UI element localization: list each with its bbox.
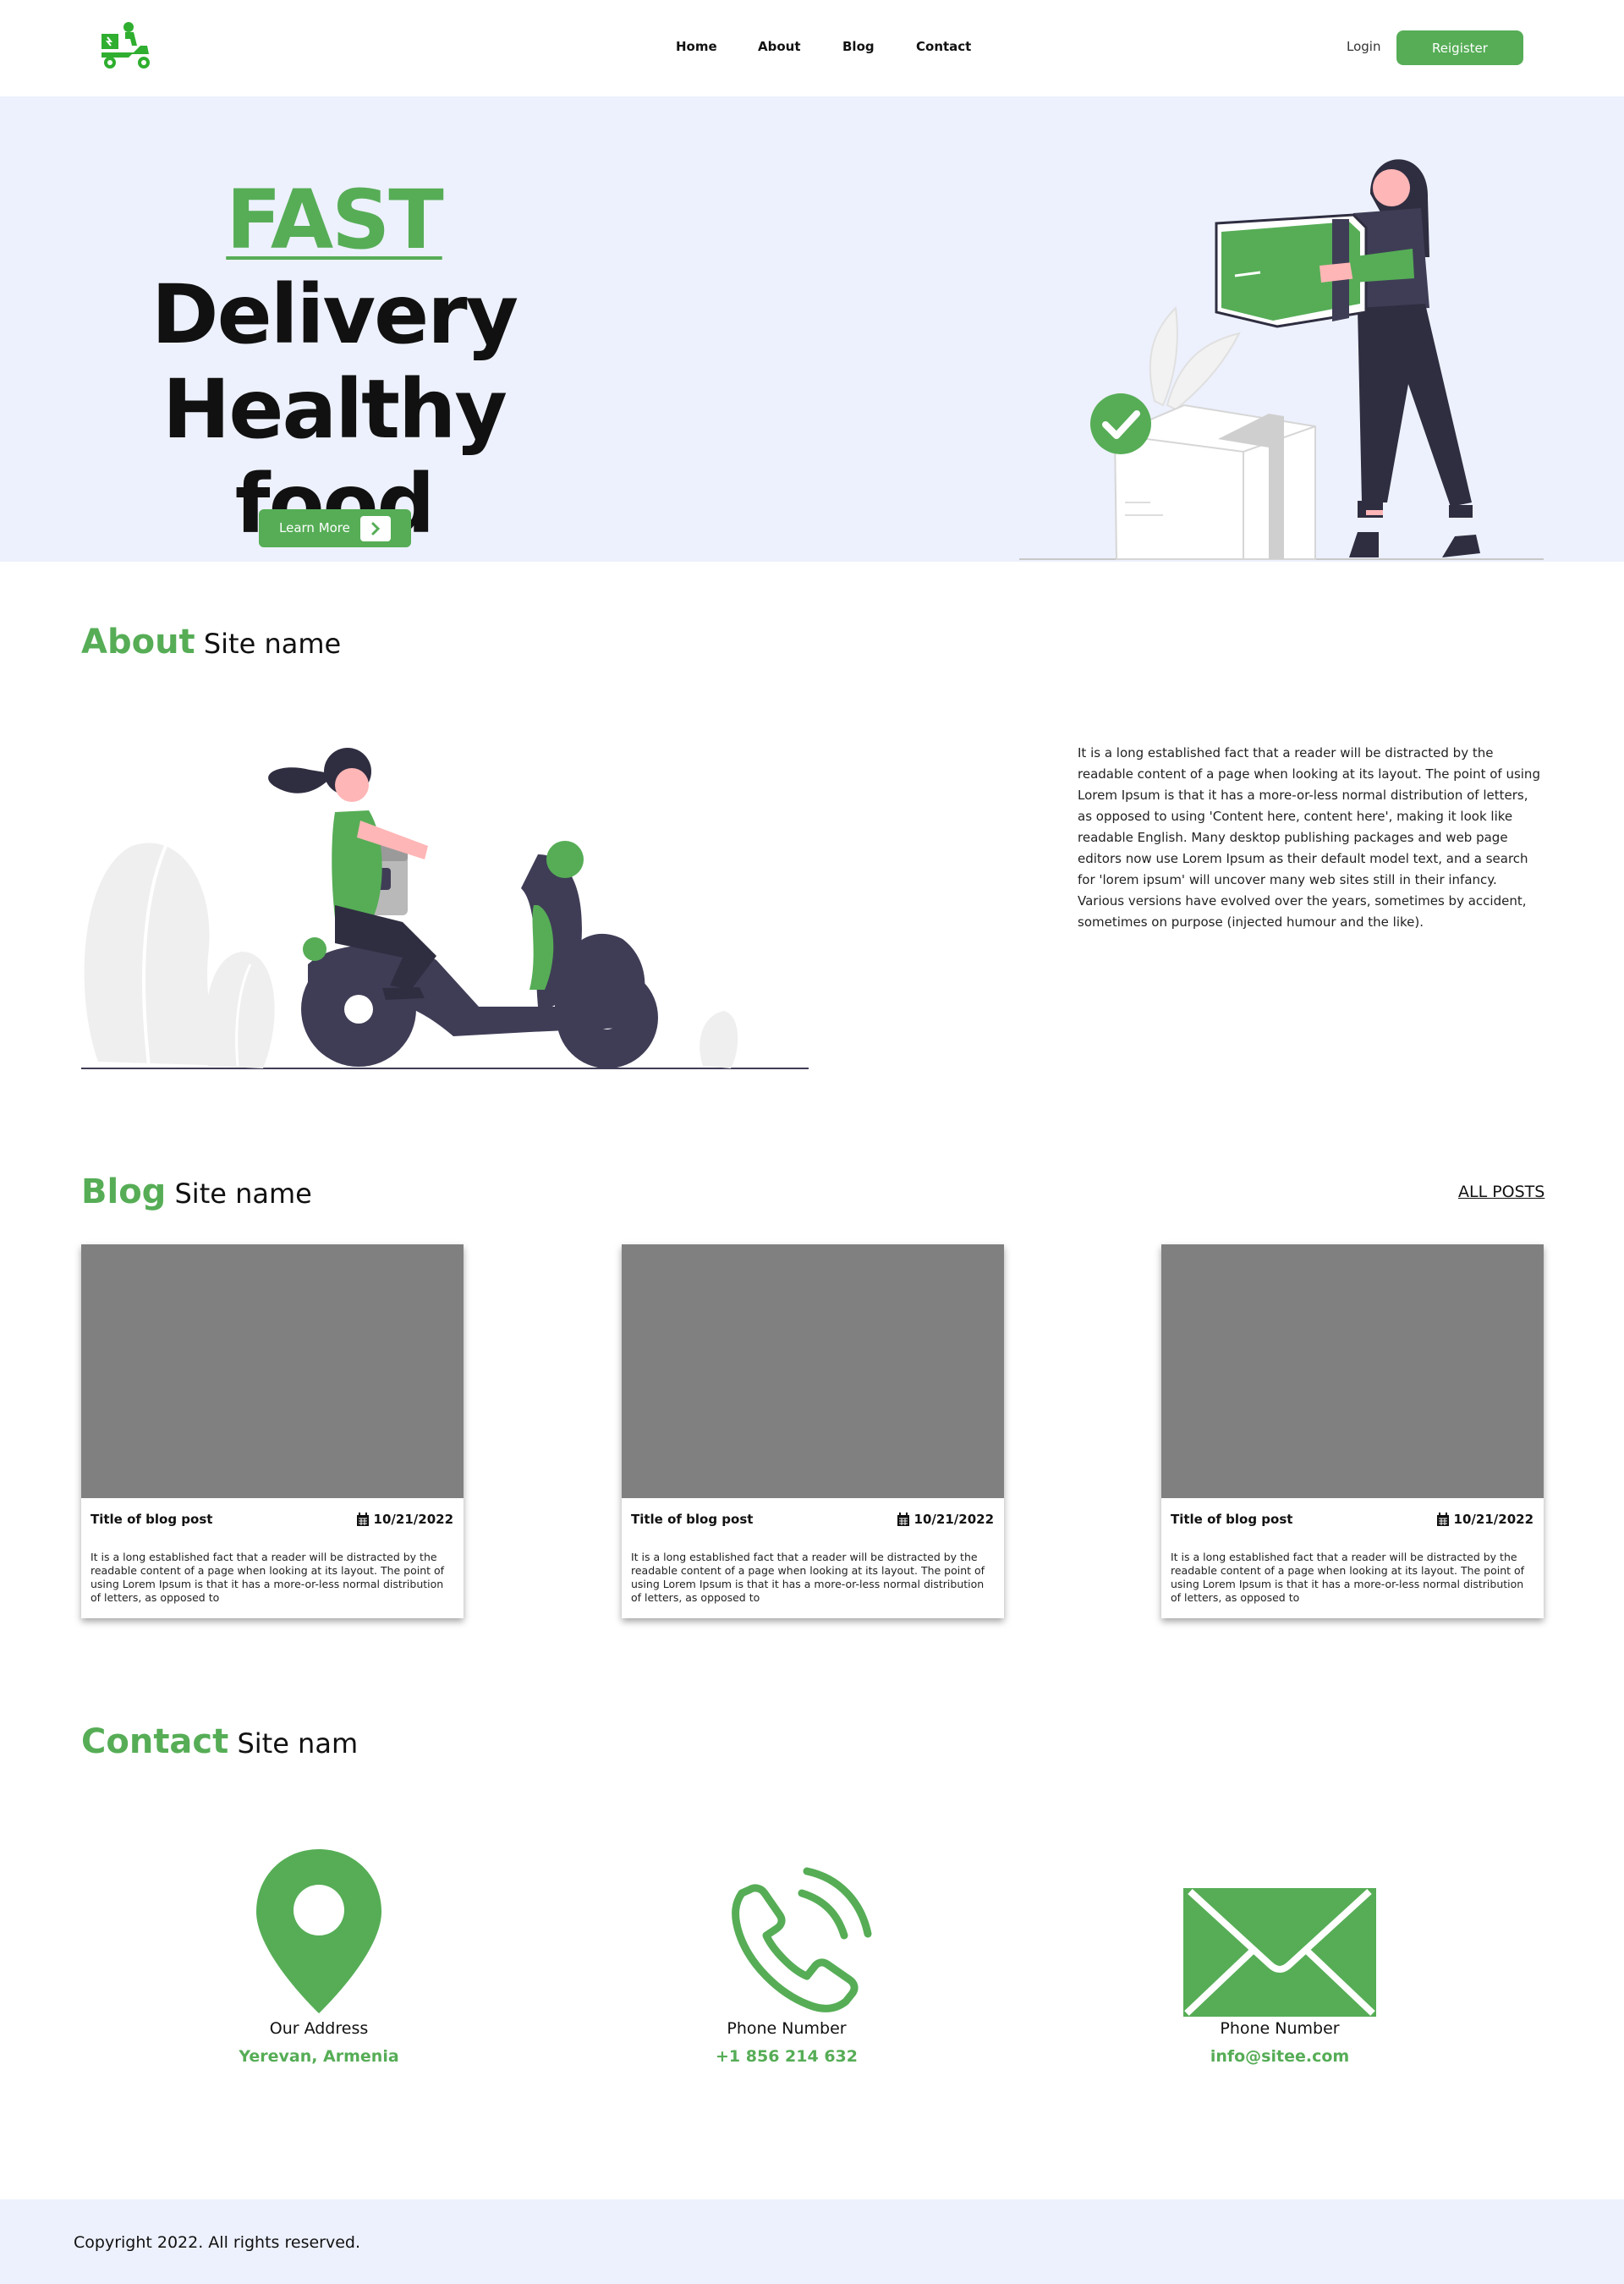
- about-title-rest: Site name: [203, 628, 342, 660]
- phone-icon: [732, 1867, 872, 2012]
- contact-email-label: Phone Number: [1220, 2019, 1340, 2038]
- contact-phone-label: Phone Number: [727, 2019, 847, 2038]
- blog-card[interactable]: Title of blog post 10/21/2022 It is a lo…: [622, 1244, 1004, 1618]
- login-link[interactable]: Login: [1347, 39, 1380, 54]
- contact-title-rest: Site nam: [237, 1727, 359, 1760]
- blog-card-image[interactable]: [622, 1244, 1004, 1498]
- about-title-accent: About: [81, 623, 195, 662]
- blog-card-title[interactable]: Title of blog post: [1171, 1512, 1292, 1527]
- contact-title-accent: Contact: [81, 1722, 229, 1761]
- about-title: About Site name: [81, 623, 341, 662]
- contact-email-value[interactable]: info@sitee.com: [1144, 2047, 1415, 2066]
- hero-title-line3: Order now!: [85, 552, 585, 562]
- blog-card-date-text: 10/21/2022: [914, 1512, 994, 1527]
- contact-address-value[interactable]: Yerevan, Armenia: [184, 2047, 454, 2066]
- calendar-icon: [1436, 1512, 1449, 1526]
- hero-title-line1: Delivery: [151, 267, 518, 362]
- location-pin-icon: [256, 1849, 381, 2013]
- envelope-icon: [1183, 1888, 1376, 2017]
- delivery-woman-illustration: [1019, 159, 1544, 560]
- blog-card-excerpt: It is a long established fact that a rea…: [91, 1551, 445, 1604]
- blog-title-rest: Site name: [174, 1178, 312, 1210]
- blog-card[interactable]: Title of blog post 10/21/2022 It is a lo…: [1161, 1244, 1544, 1618]
- contact-title: Contact Site nam: [81, 1722, 358, 1761]
- blog-card-title[interactable]: Title of blog post: [91, 1512, 212, 1527]
- hero-section: FAST Delivery Healthy food Order now! Le…: [0, 96, 1624, 562]
- calendar-icon: [897, 1512, 909, 1526]
- contact-phone-value[interactable]: +1 856 214 632: [651, 2047, 922, 2066]
- site-footer: Copyright 2022. All rights reserved.: [0, 2199, 1624, 2284]
- copyright-text: Copyright 2022. All rights reserved.: [74, 2233, 361, 2252]
- nav-home-link[interactable]: Home: [676, 39, 717, 54]
- blog-card-date-text: 10/21/2022: [1453, 1512, 1533, 1527]
- hero-title-accent: FAST: [226, 173, 443, 267]
- blog-card-image[interactable]: [81, 1244, 464, 1498]
- hero-title: FAST Delivery Healthy food Order now!: [51, 173, 617, 562]
- blog-card-title[interactable]: Title of blog post: [631, 1512, 753, 1527]
- nav-contact-link[interactable]: Contact: [916, 39, 971, 54]
- learn-more-button[interactable]: Learn More: [259, 509, 411, 547]
- learn-more-label: Learn More: [279, 520, 350, 535]
- scooter-rider-illustration: [81, 748, 809, 1069]
- blog-card-image[interactable]: [1161, 1244, 1544, 1498]
- about-description: It is a long established fact that a rea…: [1078, 745, 1540, 930]
- blog-title: Blog Site name: [81, 1172, 312, 1211]
- all-posts-link[interactable]: ALL POSTS: [1458, 1183, 1544, 1201]
- site-header: Home About Blog Contact Login Reigister: [0, 0, 1624, 96]
- blog-card-excerpt: It is a long established fact that a rea…: [1171, 1551, 1525, 1604]
- chevron-right-icon: [360, 516, 391, 541]
- blog-title-accent: Blog: [81, 1172, 167, 1211]
- contact-address-label: Our Address: [269, 2019, 369, 2038]
- blog-card-date: 10/21/2022: [897, 1512, 994, 1527]
- nav-about-link[interactable]: About: [758, 39, 801, 54]
- calendar-icon: [356, 1512, 369, 1526]
- nav-blog-link[interactable]: Blog: [842, 39, 875, 54]
- blog-card-date: 10/21/2022: [1436, 1512, 1533, 1527]
- blog-card-date-text: 10/21/2022: [373, 1512, 453, 1527]
- blog-card[interactable]: Title of blog post 10/21/2022 It is a lo…: [81, 1244, 464, 1618]
- register-button[interactable]: Reigister: [1396, 30, 1523, 65]
- blog-card-date: 10/21/2022: [356, 1512, 453, 1527]
- blog-card-excerpt: It is a long established fact that a rea…: [631, 1551, 985, 1604]
